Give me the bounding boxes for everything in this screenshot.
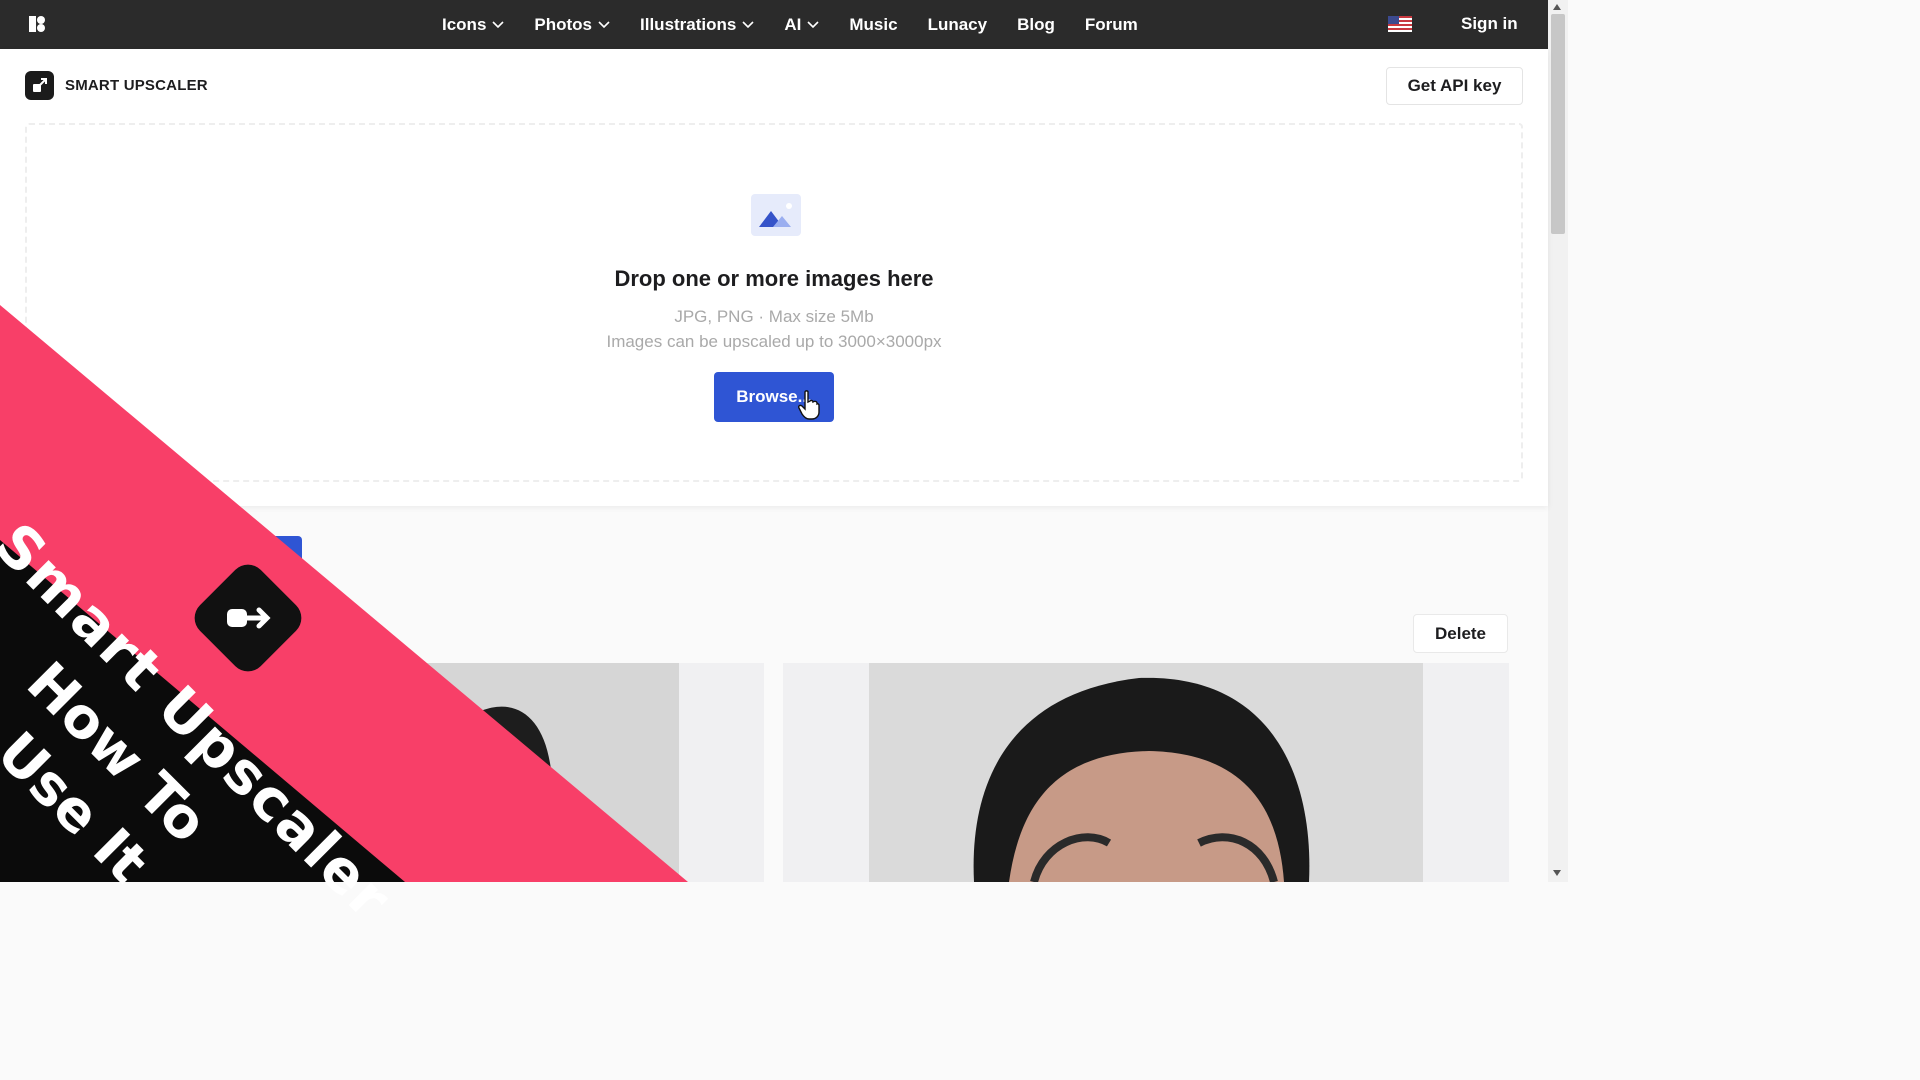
nav-label: Illustrations	[640, 14, 737, 34]
nav-item-music[interactable]: Music	[849, 15, 897, 35]
scroll-down-arrow-icon[interactable]	[1553, 870, 1561, 876]
nav-item-forum[interactable]: Forum	[1085, 15, 1138, 35]
nav-label: Forum	[1084, 14, 1138, 34]
nav-label: Icons	[442, 14, 487, 34]
sign-in-link[interactable]: Sign in	[1461, 14, 1518, 34]
nav-label: Blog	[1017, 14, 1055, 34]
upscale-app-icon	[25, 71, 54, 100]
nav-label: Photos	[534, 14, 593, 34]
hand-cursor-icon	[798, 390, 820, 420]
scroll-up-arrow-icon[interactable]	[1553, 4, 1561, 10]
nav-item-photos[interactable]: Photos	[534, 15, 610, 35]
format-hint: JPG, PNG · Max size 5Mb	[674, 307, 874, 326]
scroll-thumb[interactable]	[1551, 14, 1565, 234]
nav-item-icons[interactable]: Icons	[442, 15, 504, 35]
size-limit-hint: Images can be upscaled up to 3000×3000px	[606, 332, 942, 351]
main-nav: Icons Photos Illustrations AI Music Luna…	[442, 0, 1168, 49]
image-drop-zone[interactable]: Drop one or more images here JPG, PNG · …	[25, 123, 1523, 482]
upload-panel: SMART UPSCALER Get API key Drop one or m…	[0, 49, 1548, 506]
vertical-scrollbar[interactable]	[1548, 0, 1568, 882]
chevron-down-icon	[598, 20, 610, 28]
app-logo-icon	[187, 557, 309, 679]
icons8-logo-icon[interactable]	[28, 14, 48, 34]
nav-item-ai[interactable]: AI	[784, 15, 819, 35]
top-nav-bar: Icons Photos Illustrations AI Music Luna…	[0, 0, 1548, 49]
delete-button[interactable]: Delete	[1413, 614, 1508, 653]
nav-label: Lunacy	[927, 14, 988, 34]
nav-item-blog[interactable]: Blog	[1017, 15, 1055, 35]
original-photo	[400, 663, 679, 882]
nav-item-illustrations[interactable]: Illustrations	[640, 15, 754, 35]
chevron-down-icon	[807, 20, 819, 28]
get-api-key-button[interactable]: Get API key	[1386, 67, 1523, 105]
nav-label: Music	[849, 14, 898, 34]
chevron-down-icon	[742, 20, 754, 28]
nav-label: AI	[784, 14, 802, 34]
blue-tab-fragment[interactable]	[250, 536, 302, 566]
nav-item-lunacy[interactable]: Lunacy	[928, 15, 988, 35]
app-title: SMART UPSCALER	[65, 77, 208, 94]
chevron-down-icon	[492, 20, 504, 28]
drop-title: Drop one or more images here	[614, 266, 934, 291]
upscaled-photo	[869, 663, 1423, 882]
us-flag-icon[interactable]	[1388, 16, 1412, 32]
image-placeholder-icon	[751, 194, 801, 236]
